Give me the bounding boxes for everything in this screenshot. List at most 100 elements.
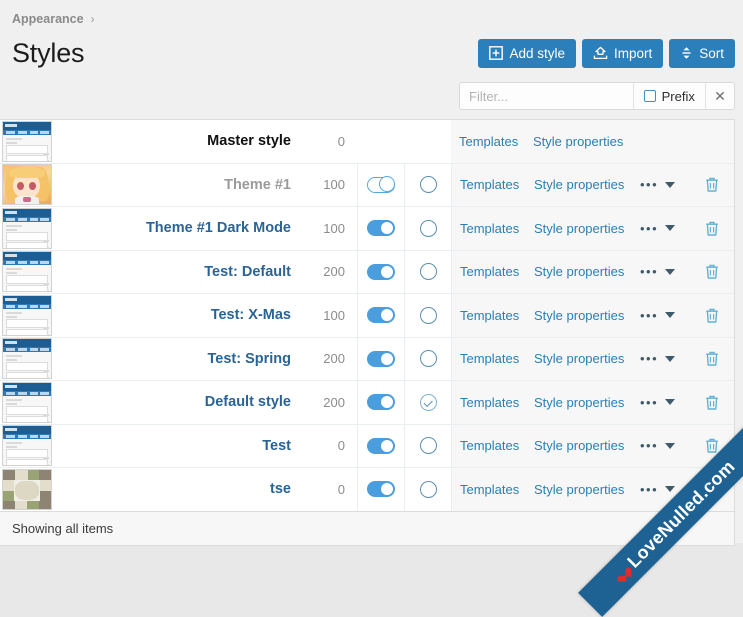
import-button[interactable]: Import [582, 39, 663, 68]
radio-cell [404, 164, 451, 207]
filter-input[interactable] [460, 83, 634, 109]
table-row: Theme #1 Dark Mode100TemplatesStyle prop… [0, 207, 734, 251]
row-actions: TemplatesStyle properties••• [451, 338, 734, 381]
import-label: Import [614, 46, 652, 61]
filter-bar: Prefix ✕ [459, 82, 735, 110]
more-actions-button[interactable]: ••• [640, 309, 690, 322]
style-enabled-toggle[interactable] [367, 220, 395, 236]
style-name-link[interactable]: Theme #1 [224, 177, 291, 193]
templates-link[interactable]: Templates [460, 221, 534, 236]
default-style-radio[interactable] [420, 481, 437, 498]
templates-link[interactable]: Templates [459, 134, 533, 149]
plus-box-icon [489, 46, 503, 60]
more-actions-button[interactable]: ••• [640, 222, 690, 235]
radio-cell [404, 338, 451, 381]
templates-link[interactable]: Templates [460, 482, 534, 497]
default-style-radio[interactable] [420, 220, 437, 237]
breadcrumb-parent-link[interactable]: Appearance [12, 12, 84, 26]
radio-cell [404, 207, 451, 250]
style-enabled-toggle[interactable] [367, 307, 395, 323]
style-name-link[interactable]: Theme #1 Dark Mode [146, 220, 291, 236]
style-properties-link[interactable]: Style properties [533, 134, 639, 149]
styles-table: Master style0TemplatesStyle propertiesTh… [0, 119, 735, 512]
row-actions: TemplatesStyle properties••• [451, 425, 734, 468]
filter-bar-container: Prefix ✕ [0, 76, 743, 110]
style-properties-link[interactable]: Style properties [534, 395, 640, 410]
add-style-label: Add style [509, 46, 565, 61]
clear-filter-button[interactable]: ✕ [706, 83, 734, 109]
templates-link[interactable]: Templates [460, 264, 534, 279]
trash-icon [704, 176, 720, 193]
style-enabled-toggle[interactable] [367, 351, 395, 367]
default-style-radio[interactable] [420, 394, 437, 411]
default-style-radio[interactable] [420, 176, 437, 193]
more-actions-button[interactable]: ••• [640, 483, 690, 496]
style-name-link[interactable]: Default style [205, 394, 291, 410]
delete-button[interactable] [704, 176, 720, 193]
templates-link[interactable]: Templates [460, 308, 534, 323]
more-actions-button[interactable]: ••• [640, 352, 690, 365]
style-enabled-toggle[interactable] [367, 438, 395, 454]
trash-icon [704, 481, 720, 498]
default-style-radio[interactable] [420, 437, 437, 454]
templates-link[interactable]: Templates [460, 177, 534, 192]
style-name-cell: tse [54, 468, 305, 511]
ellipsis-icon: ••• [640, 439, 658, 452]
style-properties-link[interactable]: Style properties [534, 351, 640, 366]
ellipsis-icon: ••• [640, 309, 658, 322]
style-properties-link[interactable]: Style properties [534, 264, 640, 279]
chevron-down-icon [665, 356, 675, 362]
templates-link[interactable]: Templates [460, 395, 534, 410]
style-name-link[interactable]: Test [262, 438, 291, 454]
style-properties-link[interactable]: Style properties [534, 221, 640, 236]
style-properties-link[interactable]: Style properties [534, 308, 640, 323]
delete-button[interactable] [704, 350, 720, 367]
more-actions-button[interactable]: ••• [640, 265, 690, 278]
ellipsis-icon: ••• [640, 222, 658, 235]
toggle-cell [357, 207, 404, 250]
radio-cell [404, 294, 451, 337]
default-style-radio[interactable] [420, 350, 437, 367]
style-enabled-toggle[interactable] [367, 264, 395, 280]
sort-icon [680, 46, 693, 60]
prefix-checkbox-group[interactable]: Prefix [634, 83, 706, 109]
table-row: Test: X-Mas100TemplatesStyle properties•… [0, 294, 734, 338]
default-style-radio[interactable] [420, 307, 437, 324]
ellipsis-icon: ••• [640, 178, 658, 191]
style-thumbnail [2, 164, 52, 205]
more-actions-button[interactable]: ••• [640, 439, 690, 452]
user-count: 0 [305, 468, 357, 511]
delete-button[interactable] [704, 437, 720, 454]
style-enabled-toggle[interactable] [367, 394, 395, 410]
thumbnail-cell [0, 338, 54, 381]
style-properties-link[interactable]: Style properties [534, 438, 640, 453]
delete-button[interactable] [704, 394, 720, 411]
default-style-radio[interactable] [420, 263, 437, 280]
page-header: Styles Add style [0, 30, 743, 76]
more-actions-button[interactable]: ••• [640, 178, 690, 191]
delete-button[interactable] [704, 263, 720, 280]
ellipsis-icon: ••• [640, 265, 658, 278]
style-properties-link[interactable]: Style properties [534, 482, 640, 497]
style-name-link[interactable]: Test: Default [204, 264, 291, 280]
style-name-link[interactable]: Test: Spring [207, 351, 291, 367]
style-properties-link[interactable]: Style properties [534, 177, 640, 192]
delete-button[interactable] [704, 307, 720, 324]
add-style-button[interactable]: Add style [478, 39, 576, 68]
prefix-checkbox[interactable] [644, 90, 656, 102]
user-count: 100 [305, 164, 357, 207]
style-name-link[interactable]: Master style [207, 133, 291, 149]
templates-link[interactable]: Templates [460, 438, 534, 453]
user-count: 0 [305, 425, 357, 468]
style-enabled-toggle[interactable] [367, 177, 395, 193]
templates-link[interactable]: Templates [460, 351, 534, 366]
style-name-link[interactable]: Test: X-Mas [211, 307, 291, 323]
trash-icon [704, 263, 720, 280]
delete-button[interactable] [704, 220, 720, 237]
sort-button[interactable]: Sort [669, 39, 735, 68]
more-actions-button[interactable]: ••• [640, 396, 690, 409]
delete-button[interactable] [704, 481, 720, 498]
style-enabled-toggle[interactable] [367, 481, 395, 497]
chevron-down-icon [665, 486, 675, 492]
style-name-link[interactable]: tse [270, 481, 291, 497]
